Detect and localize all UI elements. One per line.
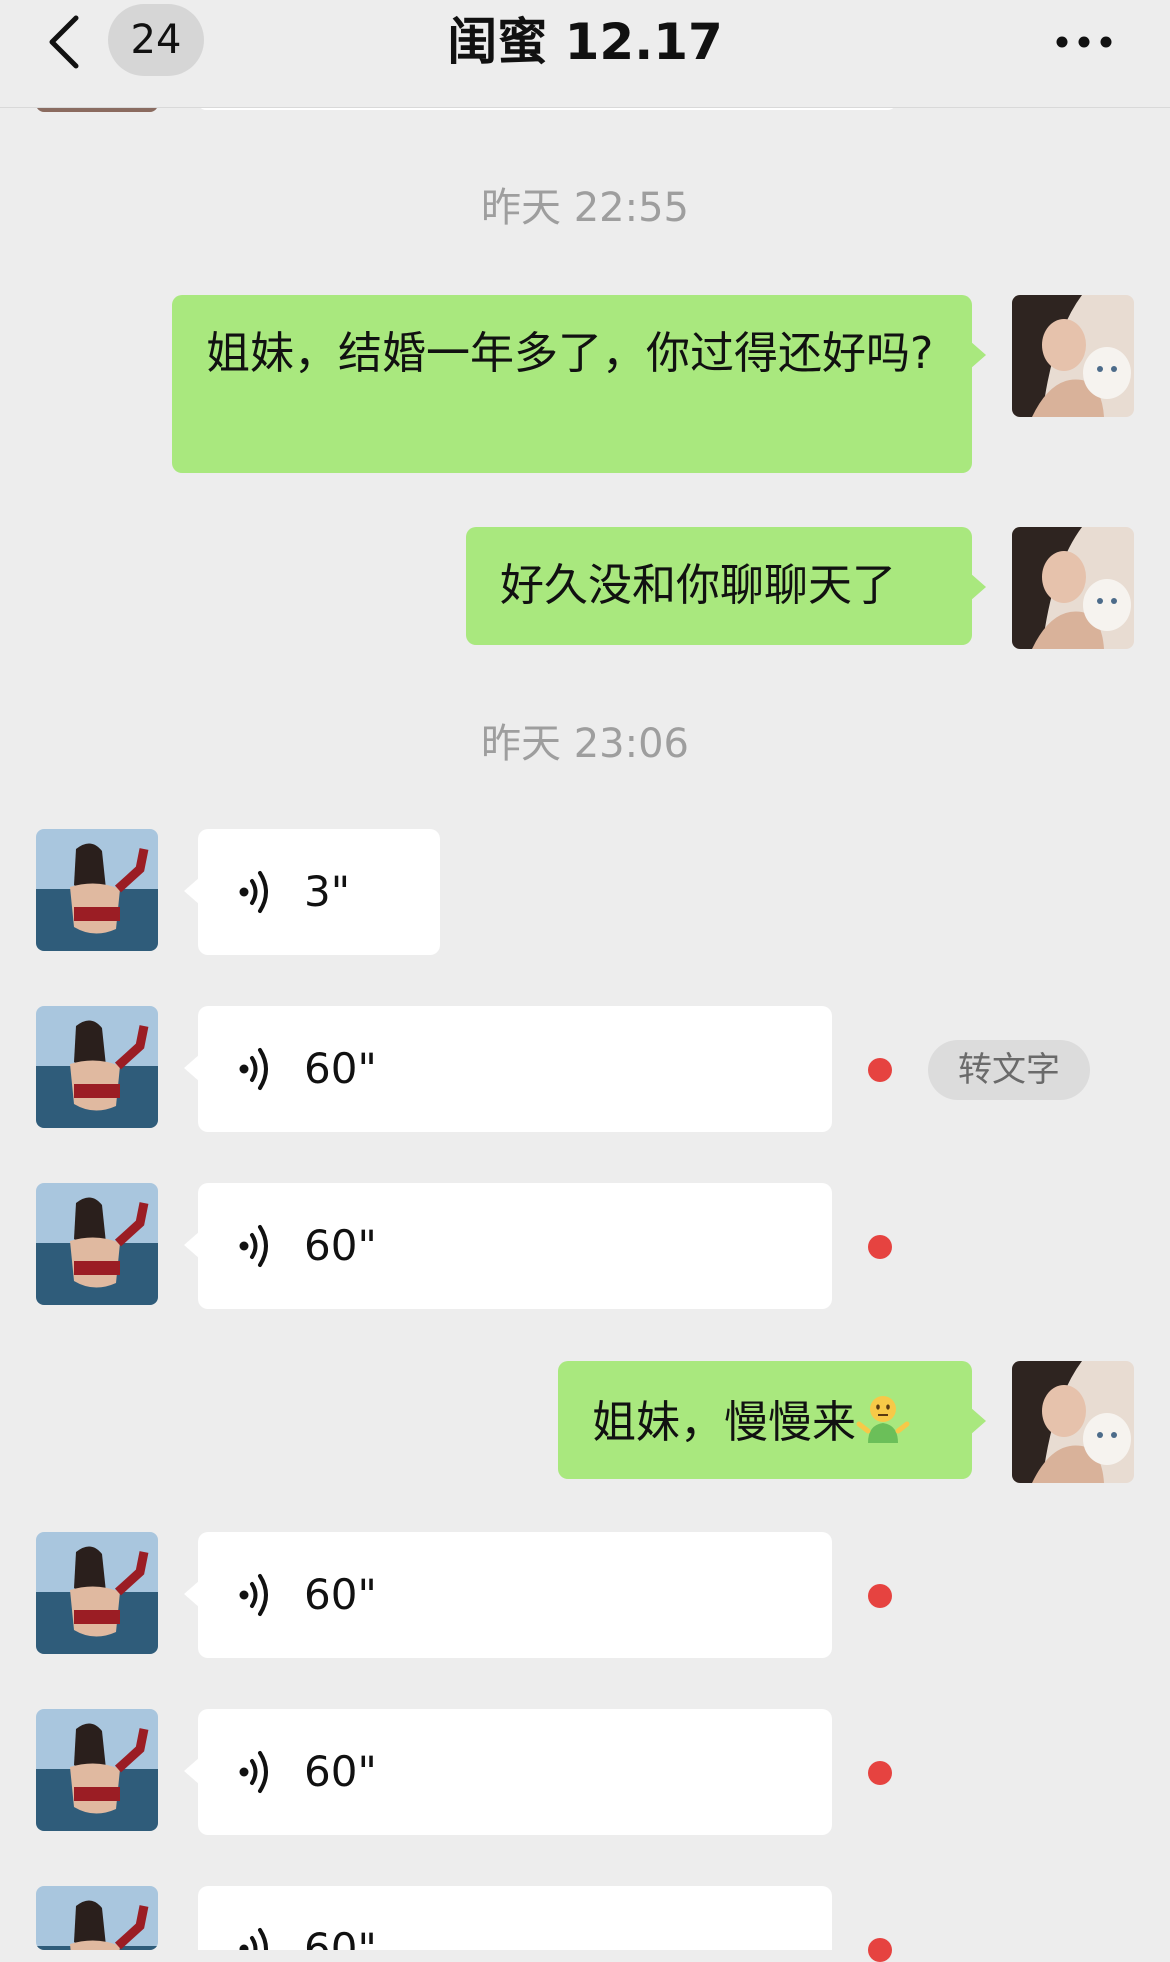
voice-wave-icon bbox=[239, 1048, 268, 1090]
avatar-friend-image bbox=[36, 1183, 158, 1305]
avatar-friend-image bbox=[36, 1709, 158, 1831]
timestamp: 昨天 23:06 bbox=[481, 721, 689, 767]
message-text: 好久没和你聊聊天了 bbox=[500, 560, 896, 611]
message-bubble-sent[interactable]: 姐妹，慢慢来 bbox=[558, 1361, 986, 1479]
more-options-icon[interactable] bbox=[1052, 22, 1116, 62]
message-text: 姐妹，结婚一年多了，你过得还好吗? bbox=[206, 328, 934, 379]
unread-dot bbox=[868, 1058, 892, 1082]
timestamp: 昨天 22:55 bbox=[481, 185, 689, 231]
voice-message[interactable]: 60" bbox=[184, 1709, 832, 1835]
unread-dot bbox=[868, 1761, 892, 1785]
avatar-friend[interactable] bbox=[36, 1183, 158, 1305]
voice-message[interactable]: 60" bbox=[184, 1006, 832, 1132]
voice-message[interactable]: 60" bbox=[184, 1183, 832, 1309]
shrug-emoji-icon bbox=[856, 1396, 910, 1443]
bubble-tail bbox=[184, 1231, 200, 1259]
unread-dot bbox=[868, 1235, 892, 1259]
voice-wave-icon bbox=[239, 1574, 268, 1616]
voice-wave-icon bbox=[239, 1928, 268, 1950]
convert-to-text-button[interactable]: 转文字 bbox=[928, 1040, 1090, 1100]
avatar-self[interactable] bbox=[1012, 1361, 1134, 1483]
message-bubble-sent[interactable]: 好久没和你聊聊天了 bbox=[466, 527, 986, 645]
avatar-friend[interactable] bbox=[36, 1532, 158, 1654]
voice-duration: 60" bbox=[304, 1221, 377, 1270]
message-bubble-sent[interactable]: 姐妹，结婚一年多了，你过得还好吗? bbox=[172, 295, 986, 473]
voice-message[interactable]: 3" bbox=[184, 829, 440, 955]
avatar-self-image bbox=[1012, 1361, 1134, 1483]
bubble-tail bbox=[970, 573, 986, 601]
unread-dot bbox=[868, 1584, 892, 1608]
voice-wave-icon bbox=[239, 1225, 268, 1267]
avatar-friend-image bbox=[36, 1886, 158, 1950]
voice-wave-icon bbox=[239, 871, 268, 913]
message-text: 姐妹，慢慢来 bbox=[592, 1397, 856, 1448]
bubble-tail bbox=[184, 1054, 200, 1082]
bubble-tail bbox=[970, 341, 986, 369]
voice-duration: 3" bbox=[304, 867, 351, 916]
voice-duration: 60" bbox=[304, 1570, 377, 1619]
avatar-friend[interactable] bbox=[36, 1709, 158, 1831]
voice-duration: 60" bbox=[304, 1044, 377, 1093]
voice-duration: 60" bbox=[304, 1747, 377, 1796]
avatar-self-image bbox=[1012, 295, 1134, 417]
voice-wave-icon bbox=[239, 1751, 268, 1793]
avatar-friend-image bbox=[36, 1532, 158, 1654]
bubble-tail bbox=[970, 1407, 986, 1435]
bubble-tail bbox=[184, 1580, 200, 1608]
avatar-friend-image bbox=[36, 829, 158, 951]
bubble-tail bbox=[184, 877, 200, 905]
avatar-self-image bbox=[1012, 527, 1134, 649]
avatar-friend[interactable] bbox=[36, 829, 158, 951]
avatar-friend[interactable] bbox=[36, 1006, 158, 1128]
bubble-tail bbox=[184, 1757, 200, 1785]
voice-message[interactable]: 60" bbox=[184, 1532, 832, 1658]
voice-duration: 60" bbox=[304, 1924, 377, 1950]
avatar-self[interactable] bbox=[1012, 527, 1134, 649]
avatar-self[interactable] bbox=[1012, 295, 1134, 417]
voice-message[interactable]: 60" bbox=[198, 1886, 832, 1950]
unread-dot bbox=[868, 1938, 892, 1962]
nav-bar: 24 闺蜜 12.17 bbox=[0, 0, 1170, 108]
avatar-friend-image bbox=[36, 1006, 158, 1128]
avatar-friend[interactable] bbox=[36, 1886, 158, 1950]
chat-title: 闺蜜 12.17 bbox=[447, 13, 723, 71]
